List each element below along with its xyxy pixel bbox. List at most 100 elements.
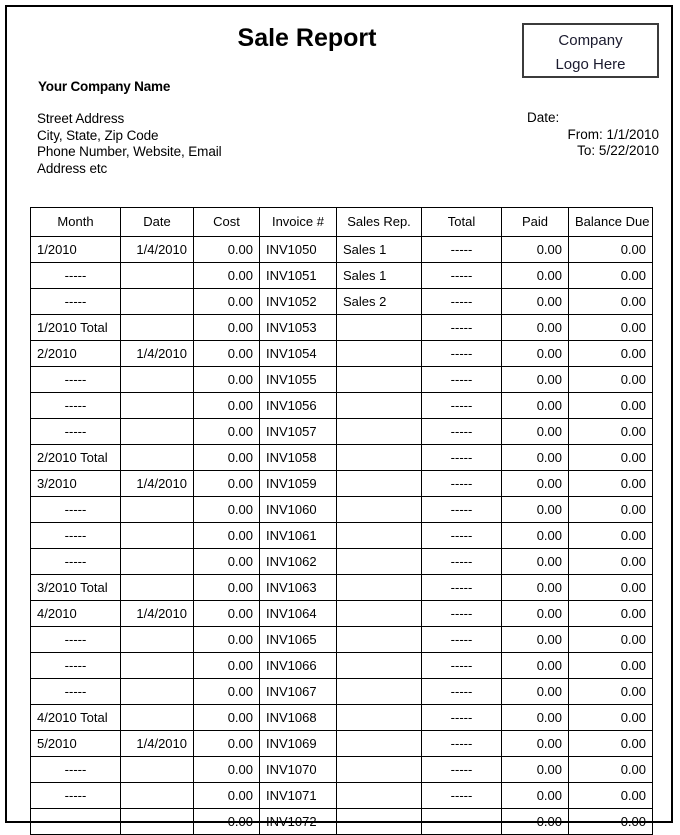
cell-invoice: INV1068 [259, 704, 337, 731]
cell-rep [336, 548, 422, 575]
cell-rep [336, 314, 422, 341]
cell-paid: 0.00 [501, 314, 569, 341]
cell-total: ----- [421, 418, 502, 445]
cell-invoice: INV1050 [259, 236, 337, 263]
cell-month: ----- [30, 756, 121, 783]
cell-total: ----- [421, 678, 502, 705]
table-row: ----- 0.00 INV1070 ----- 0.00 0.00 [30, 756, 653, 783]
date-range-block: Date: From: 1/1/2010 To: 5/22/2010 [437, 110, 659, 160]
cell-date [120, 626, 194, 653]
column-header-sales-rep: Sales Rep. [336, 207, 422, 237]
cell-total: ----- [421, 262, 502, 289]
cell-invoice: INV1065 [259, 626, 337, 653]
cell-invoice: INV1051 [259, 262, 337, 289]
cell-paid: 0.00 [501, 548, 569, 575]
cell-total: ----- [421, 652, 502, 679]
cell-month: ----- [30, 522, 121, 549]
cell-date: 1/4/2010 [120, 340, 194, 367]
cell-total: ----- [421, 626, 502, 653]
cell-month: ----- [30, 496, 121, 523]
table-row: 3/2010 1/4/2010 0.00 INV1059 ----- 0.00 0.00 [30, 470, 653, 497]
cell-invoice: INV1064 [259, 600, 337, 627]
cell-rep [336, 678, 422, 705]
cell-balance: 0.00 [568, 340, 653, 367]
cell-cost: 0.00 [193, 496, 260, 523]
cell-cost: 0.00 [193, 236, 260, 263]
cell-invoice: INV1071 [259, 782, 337, 809]
cell-paid: 0.00 [501, 444, 569, 471]
cell-date: 1/4/2010 [120, 470, 194, 497]
table-row: 4/2010 1/4/2010 0.00 INV1064 ----- 0.00 0.00 [30, 600, 653, 627]
cell-total: ----- [421, 782, 502, 809]
cell-balance: 0.00 [568, 444, 653, 471]
cell-paid: 0.00 [501, 574, 569, 601]
cell-date [120, 574, 194, 601]
cell-balance: 0.00 [568, 756, 653, 783]
sales-table: Month Date Cost Invoice # Sales Rep. Tot… [30, 207, 653, 835]
cell-invoice: INV1057 [259, 418, 337, 445]
cell-date [120, 444, 194, 471]
cell-invoice: INV1063 [259, 574, 337, 601]
cell-cost: 0.00 [193, 652, 260, 679]
table-row: 1/2010 Total 0.00 INV1053 ----- 0.00 0.00 [30, 314, 653, 341]
cell-invoice: INV1056 [259, 392, 337, 419]
cell-date [120, 366, 194, 393]
cell-cost: 0.00 [193, 808, 260, 835]
table-row: ----- 0.00 INV1066 ----- 0.00 0.00 [30, 652, 653, 679]
cell-rep [336, 600, 422, 627]
cell-total: ----- [421, 522, 502, 549]
table-row: ----- 0.00 INV1060 ----- 0.00 0.00 [30, 496, 653, 523]
cell-paid: 0.00 [501, 392, 569, 419]
cell-invoice: INV1055 [259, 366, 337, 393]
cell-date [120, 548, 194, 575]
date-range-to: To: 5/22/2010 [577, 143, 659, 158]
cell-date [120, 704, 194, 731]
cell-paid: 0.00 [501, 366, 569, 393]
cell-rep [336, 366, 422, 393]
address-line-street: Street Address [37, 111, 125, 126]
cell-invoice: INV1066 [259, 652, 337, 679]
cell-rep [336, 470, 422, 497]
cell-paid: 0.00 [501, 782, 569, 809]
cell-balance: 0.00 [568, 808, 653, 835]
cell-date [120, 496, 194, 523]
table-row: 5/2010 1/4/2010 0.00 INV1069 ----- 0.00 0.00 [30, 730, 653, 757]
cell-date [120, 782, 194, 809]
cell-paid: 0.00 [501, 678, 569, 705]
cell-cost: 0.00 [193, 574, 260, 601]
cell-cost: 0.00 [193, 626, 260, 653]
cell-invoice: INV1059 [259, 470, 337, 497]
cell-balance: 0.00 [568, 418, 653, 445]
cell-invoice: INV1069 [259, 730, 337, 757]
company-name: Your Company Name [38, 79, 171, 94]
cell-month: 4/2010 Total [30, 704, 121, 731]
cell-date [120, 678, 194, 705]
cell-paid: 0.00 [501, 600, 569, 627]
cell-month: ----- [30, 678, 121, 705]
report-page: Sale Report Company Logo Here Your Compa… [5, 5, 673, 835]
cell-month: ----- [30, 782, 121, 809]
cell-invoice: INV1062 [259, 548, 337, 575]
table-row: 2/2010 Total 0.00 INV1058 ----- 0.00 0.00 [30, 444, 653, 471]
cell-month: 4/2010 [30, 600, 121, 627]
cell-total: ----- [421, 730, 502, 757]
table-row: ----- 0.00 INV1072 ----- 0.00 0.00 [30, 808, 653, 835]
cell-date [120, 808, 194, 835]
cell-balance: 0.00 [568, 548, 653, 575]
table-row: ----- 0.00 INV1056 ----- 0.00 0.00 [30, 392, 653, 419]
cell-month: 1/2010 Total [30, 314, 121, 341]
table-row: 3/2010 Total 0.00 INV1063 ----- 0.00 0.00 [30, 574, 653, 601]
cell-rep: Sales 1 [336, 262, 422, 289]
cell-cost: 0.00 [193, 392, 260, 419]
table-row: ----- 0.00 INV1057 ----- 0.00 0.00 [30, 418, 653, 445]
cell-rep: Sales 1 [336, 236, 422, 263]
cell-rep [336, 522, 422, 549]
cell-rep [336, 652, 422, 679]
cell-total: ----- [421, 236, 502, 263]
cell-total: ----- [421, 574, 502, 601]
logo-line-1: Company [558, 32, 623, 49]
cell-balance: 0.00 [568, 288, 653, 315]
cell-month: 1/2010 [30, 236, 121, 263]
cell-total: ----- [421, 548, 502, 575]
cell-month: ----- [30, 262, 121, 289]
